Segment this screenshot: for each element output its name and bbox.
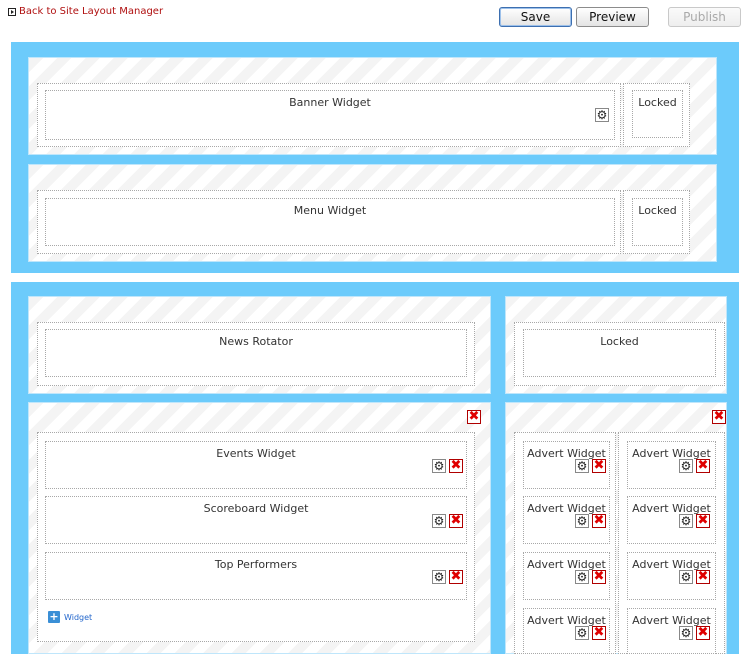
gear-icon[interactable]: ⚙ (575, 514, 589, 528)
back-to-layout-link[interactable]: Back to Site Layout Manager (8, 6, 163, 17)
close-red-icon[interactable]: ✖ (449, 459, 463, 473)
gear-icon[interactable]: ⚙ (679, 626, 693, 640)
close-red-icon[interactable]: ✖ (696, 570, 710, 584)
right-locked-label: Locked (600, 335, 639, 348)
close-red-icon[interactable]: ✖ (592, 514, 606, 528)
gear-icon[interactable]: ⚙ (432, 459, 446, 473)
menu-widget[interactable]: Menu Widget (45, 198, 615, 246)
gear-icon[interactable]: ⚙ (575, 570, 589, 584)
news-rotator-label: News Rotator (219, 335, 293, 348)
top-performers-widget[interactable]: Top Performers (45, 552, 467, 600)
scoreboard-widget-label: Scoreboard Widget (203, 502, 309, 515)
close-red-icon[interactable]: ✖ (696, 626, 710, 640)
menu-widget-label: Menu Widget (293, 204, 367, 217)
close-red-icon[interactable]: ✖ (696, 459, 710, 473)
banner-widget-label: Banner Widget (289, 96, 371, 109)
top-performers-label: Top Performers (214, 558, 298, 571)
right-locked-box: Locked (523, 329, 716, 377)
close-red-icon[interactable]: ✖ (592, 626, 606, 640)
scoreboard-widget[interactable]: Scoreboard Widget (45, 496, 467, 544)
close-red-icon[interactable]: ✖ (592, 459, 606, 473)
preview-button[interactable]: Preview (576, 7, 649, 27)
menu-locked-box: Locked (632, 198, 683, 246)
gear-icon[interactable]: ⚙ (679, 514, 693, 528)
banner-locked-box: Locked (632, 90, 683, 138)
play-square-icon (8, 7, 16, 16)
events-widget[interactable]: Events Widget (45, 441, 467, 489)
add-widget-label: Widget (64, 612, 93, 622)
banner-widget[interactable]: Banner Widget (45, 90, 615, 140)
close-red-icon[interactable]: ✖ (467, 410, 481, 424)
banner-locked-label: Locked (638, 96, 677, 109)
gear-icon[interactable]: ⚙ (432, 514, 446, 528)
publish-button[interactable]: Publish (668, 7, 741, 27)
close-red-icon[interactable]: ✖ (449, 514, 463, 528)
gear-icon[interactable]: ⚙ (679, 459, 693, 473)
gear-icon[interactable]: ⚙ (575, 626, 589, 640)
gear-icon[interactable]: ⚙ (575, 459, 589, 473)
close-red-icon[interactable]: ✖ (449, 570, 463, 584)
gear-icon[interactable]: ⚙ (679, 570, 693, 584)
news-rotator-widget[interactable]: News Rotator (45, 329, 467, 377)
gear-icon[interactable]: ⚙ (595, 108, 609, 122)
save-button[interactable]: Save (499, 7, 572, 27)
gear-icon[interactable]: ⚙ (432, 570, 446, 584)
close-red-icon[interactable]: ✖ (696, 514, 710, 528)
close-red-icon[interactable]: ✖ (592, 570, 606, 584)
close-red-icon[interactable]: ✖ (712, 410, 726, 424)
back-link-label: Back to Site Layout Manager (19, 6, 164, 17)
add-widget-link[interactable]: + Widget (48, 611, 92, 623)
events-widget-label: Events Widget (216, 447, 296, 460)
plus-icon: + (48, 610, 60, 623)
menu-locked-label: Locked (638, 204, 677, 217)
